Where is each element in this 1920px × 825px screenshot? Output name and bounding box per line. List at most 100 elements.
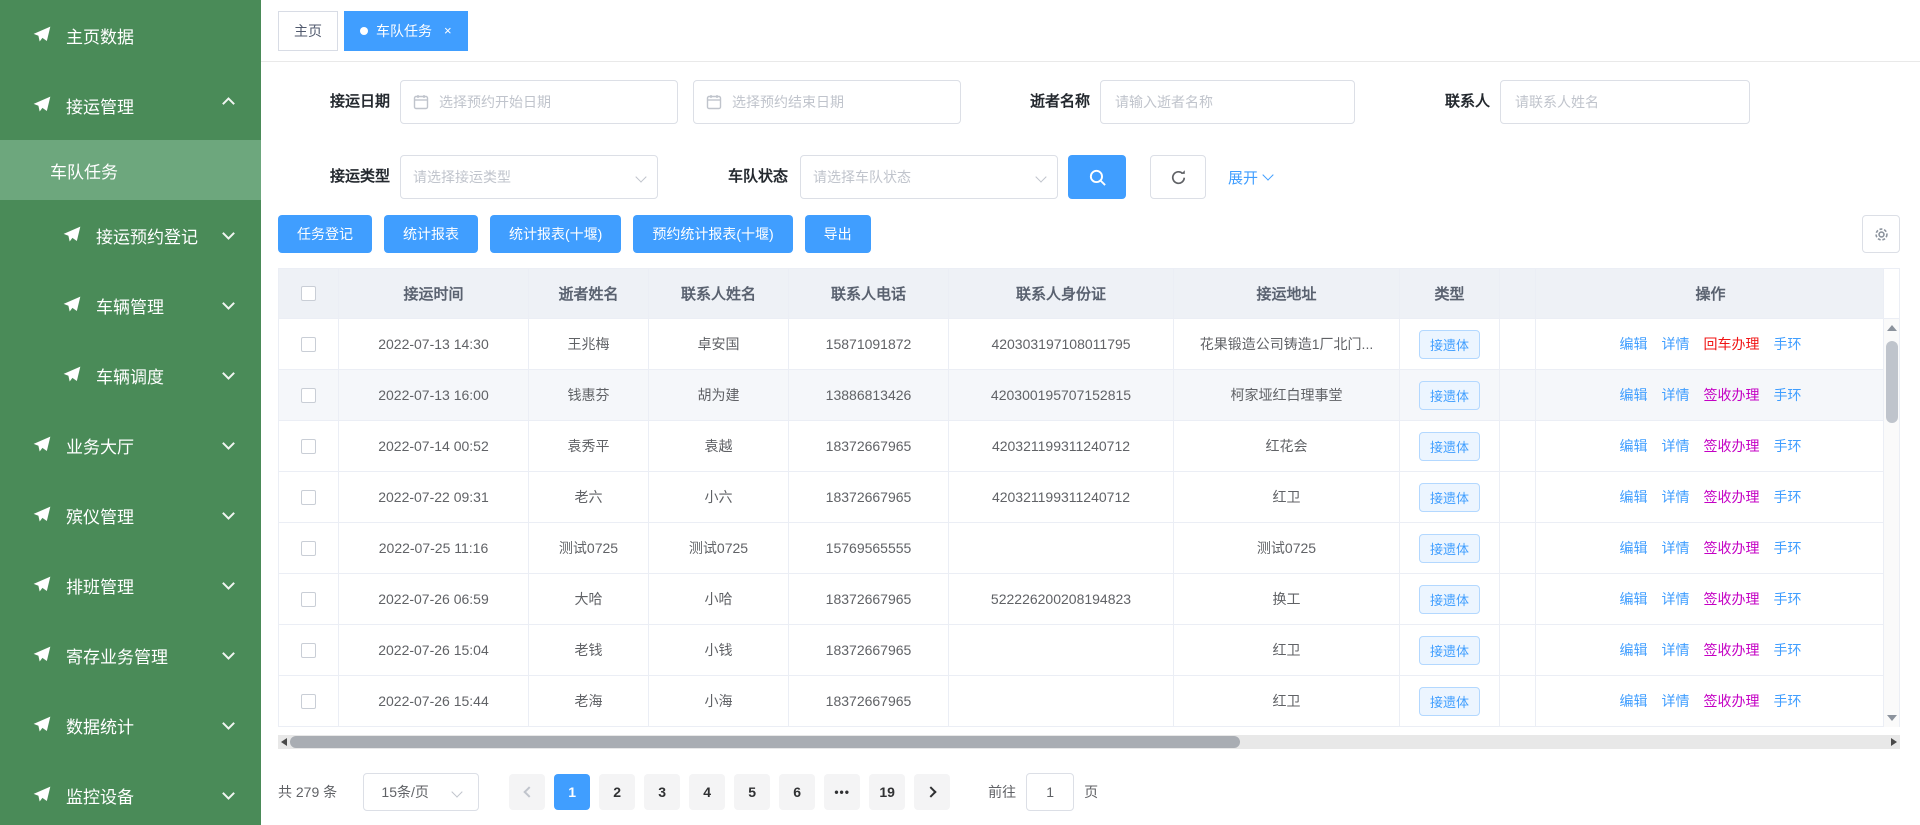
scroll-up-icon[interactable]	[1887, 325, 1897, 331]
export-button[interactable]: 导出	[805, 215, 871, 253]
date-start-input[interactable]	[437, 93, 665, 111]
detail-link[interactable]: 详情	[1662, 487, 1690, 507]
table-row[interactable]: 2022-07-13 16:00 钱惠芬 胡为建 13886813426 420…	[279, 370, 1885, 421]
page-button-1[interactable]: 1	[554, 774, 590, 810]
tab-home[interactable]: 主页	[278, 11, 338, 51]
contact-field[interactable]	[1500, 80, 1750, 124]
row-checkbox[interactable]	[301, 643, 316, 658]
sign-receive-link[interactable]: 签收办理	[1704, 538, 1760, 558]
tab-fleet-tasks[interactable]: 车队任务 ×	[344, 11, 468, 51]
scroll-down-icon[interactable]	[1887, 715, 1897, 721]
sign-receive-link[interactable]: 签收办理	[1704, 640, 1760, 660]
detail-link[interactable]: 详情	[1662, 640, 1690, 660]
deceased-name-field[interactable]	[1100, 80, 1355, 124]
page-button-5[interactable]: 5	[734, 774, 770, 810]
expand-filters-link[interactable]: 展开	[1228, 155, 1272, 199]
horizontal-scroll-thumb[interactable]	[290, 736, 1240, 748]
column-settings-button[interactable]	[1862, 215, 1900, 253]
sidebar-item-transport-reservation[interactable]: 接运预约登记	[0, 200, 261, 270]
row-checkbox[interactable]	[301, 592, 316, 607]
wristband-link[interactable]: 手环	[1774, 487, 1802, 507]
sidebar-item-home-data[interactable]: 主页数据	[0, 0, 261, 70]
transport-type-select[interactable]: 请选择接运类型	[400, 155, 658, 199]
wristband-link[interactable]: 手环	[1774, 538, 1802, 558]
prev-page-button[interactable]	[509, 774, 545, 810]
sidebar-item-vehicle-mgmt[interactable]: 车辆管理	[0, 270, 261, 340]
row-checkbox[interactable]	[301, 490, 316, 505]
next-page-button[interactable]	[914, 774, 950, 810]
detail-link[interactable]: 详情	[1662, 589, 1690, 609]
detail-link[interactable]: 详情	[1662, 334, 1690, 354]
edit-link[interactable]: 编辑	[1620, 589, 1648, 609]
date-start-field[interactable]	[400, 80, 678, 124]
table-row[interactable]: 2022-07-14 00:52 袁秀平 袁越 18372667965 4203…	[279, 421, 1885, 472]
row-checkbox[interactable]	[301, 541, 316, 556]
edit-link[interactable]: 编辑	[1620, 538, 1648, 558]
edit-link[interactable]: 编辑	[1620, 436, 1648, 456]
sidebar-item-vehicle-dispatch[interactable]: 车辆调度	[0, 340, 261, 410]
sidebar-item-shift-mgmt[interactable]: 排班管理	[0, 550, 261, 620]
table-row[interactable]: 2022-07-26 06:59 大哈 小哈 18372667965 52222…	[279, 574, 1885, 625]
table-row[interactable]: 2022-07-26 15:44 老海 小海 18372667965 红卫 接遗…	[279, 676, 1885, 727]
row-checkbox[interactable]	[301, 388, 316, 403]
detail-link[interactable]: 详情	[1662, 538, 1690, 558]
task-register-button[interactable]: 任务登记	[278, 215, 372, 253]
wristband-link[interactable]: 手环	[1774, 334, 1802, 354]
sidebar-item-storage-mgmt[interactable]: 寄存业务管理	[0, 620, 261, 690]
wristband-link[interactable]: 手环	[1774, 589, 1802, 609]
page-button-4[interactable]: 4	[689, 774, 725, 810]
sign-receive-link[interactable]: 签收办理	[1704, 487, 1760, 507]
vertical-scroll-thumb[interactable]	[1886, 341, 1898, 423]
refresh-button[interactable]	[1150, 155, 1206, 199]
fleet-status-select[interactable]: 请选择车队状态	[800, 155, 1058, 199]
date-end-input[interactable]	[730, 93, 948, 111]
sign-receive-link[interactable]: 签收办理	[1704, 589, 1760, 609]
edit-link[interactable]: 编辑	[1620, 691, 1648, 711]
table-row[interactable]: 2022-07-13 14:30 王兆梅 卓安国 15871091872 420…	[279, 319, 1885, 370]
more-pages-button[interactable]: •••	[824, 774, 860, 810]
page-size-select[interactable]: 15条/页	[363, 773, 479, 811]
detail-link[interactable]: 详情	[1662, 691, 1690, 711]
detail-link[interactable]: 详情	[1662, 436, 1690, 456]
goto-page-input[interactable]	[1026, 773, 1074, 811]
sidebar-item-data-statistics[interactable]: 数据统计	[0, 690, 261, 760]
page-button-19[interactable]: 19	[869, 774, 905, 810]
select-all-checkbox[interactable]	[301, 286, 316, 301]
table-row[interactable]: 2022-07-22 09:31 老六 小六 18372667965 42032…	[279, 472, 1885, 523]
edit-link[interactable]: 编辑	[1620, 385, 1648, 405]
scroll-left-icon[interactable]	[281, 738, 287, 746]
contact-input[interactable]	[1513, 93, 1737, 111]
sidebar-item-transport-mgmt[interactable]: 接运管理	[0, 70, 261, 140]
statistics-report-shiyan-button[interactable]: 统计报表(十堰)	[490, 215, 621, 253]
page-button-6[interactable]: 6	[779, 774, 815, 810]
sidebar-item-business-hall[interactable]: 业务大厅	[0, 410, 261, 480]
page-button-3[interactable]: 3	[644, 774, 680, 810]
detail-link[interactable]: 详情	[1662, 385, 1690, 405]
reservation-statistics-shiyan-button[interactable]: 预约统计报表(十堰)	[633, 215, 792, 253]
deceased-name-input[interactable]	[1113, 93, 1342, 111]
table-row[interactable]: 2022-07-25 11:16 测试0725 测试0725 157695655…	[279, 523, 1885, 574]
sidebar-item-monitoring-devices[interactable]: 监控设备	[0, 760, 261, 825]
edit-link[interactable]: 编辑	[1620, 640, 1648, 660]
sign-receive-link[interactable]: 签收办理	[1704, 436, 1760, 456]
row-checkbox[interactable]	[301, 337, 316, 352]
sign-receive-link[interactable]: 签收办理	[1704, 385, 1760, 405]
page-button-2[interactable]: 2	[599, 774, 635, 810]
date-end-field[interactable]	[693, 80, 961, 124]
return-vehicle-link[interactable]: 回车办理	[1704, 334, 1760, 354]
horizontal-scrollbar[interactable]	[278, 735, 1900, 749]
table-row[interactable]: 2022-07-26 15:04 老钱 小钱 18372667965 红卫 接遗…	[279, 625, 1885, 676]
wristband-link[interactable]: 手环	[1774, 640, 1802, 660]
scroll-right-icon[interactable]	[1891, 738, 1897, 746]
wristband-link[interactable]: 手环	[1774, 436, 1802, 456]
sign-receive-link[interactable]: 签收办理	[1704, 691, 1760, 711]
close-icon[interactable]: ×	[444, 24, 452, 37]
statistics-report-button[interactable]: 统计报表	[384, 215, 478, 253]
wristband-link[interactable]: 手环	[1774, 385, 1802, 405]
sidebar-item-funeral-mgmt[interactable]: 殡仪管理	[0, 480, 261, 550]
row-checkbox[interactable]	[301, 439, 316, 454]
vertical-scrollbar[interactable]	[1883, 319, 1899, 727]
row-checkbox[interactable]	[301, 694, 316, 709]
sidebar-item-fleet-tasks-active[interactable]: 车队任务	[0, 140, 261, 200]
search-button[interactable]	[1068, 155, 1126, 199]
